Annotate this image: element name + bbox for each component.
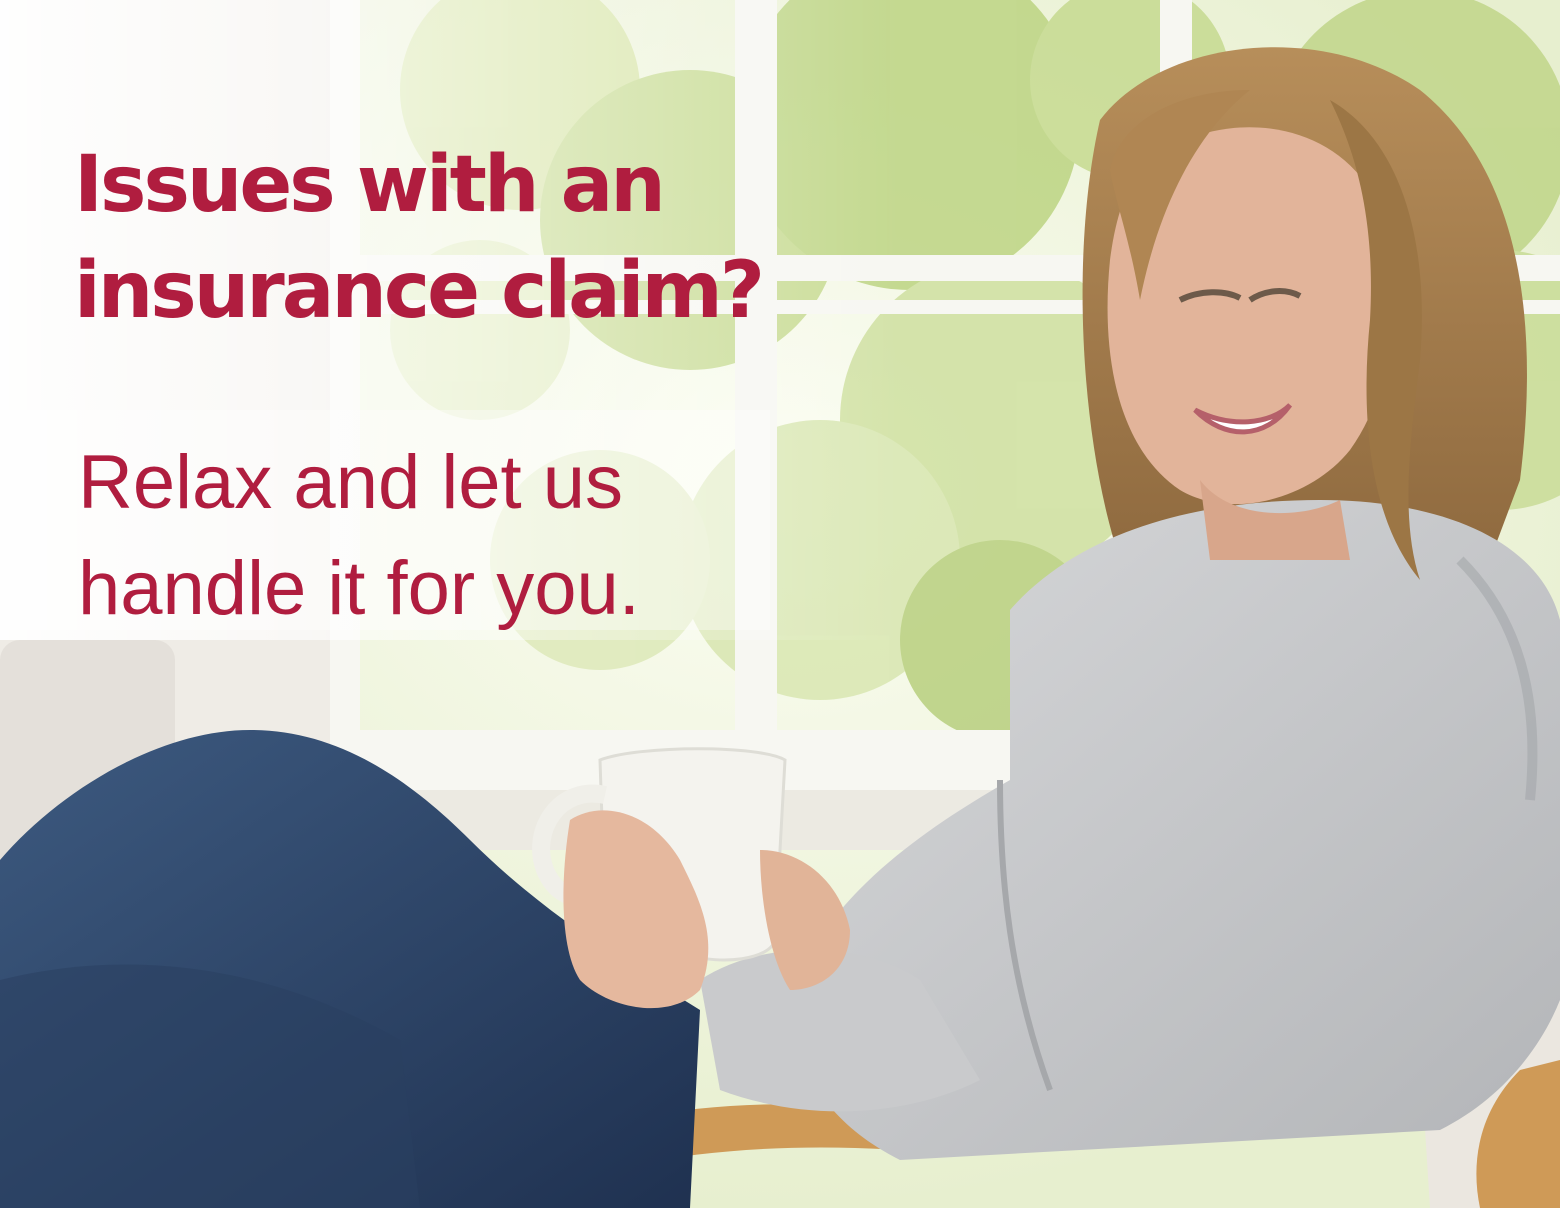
headline: Issues with an insurance claim? xyxy=(74,132,765,344)
headline-line-1: Issues with an xyxy=(74,140,666,230)
insurance-claim-ad: Issues with an insurance claim? Relax an… xyxy=(0,0,1560,1208)
headline-line-2: insurance claim? xyxy=(74,246,765,336)
subheadline-line-2: handle it for you. xyxy=(78,546,640,631)
subheadline-line-1: Relax and let us xyxy=(78,440,623,525)
subheadline: Relax and let us handle it for you. xyxy=(78,430,640,642)
